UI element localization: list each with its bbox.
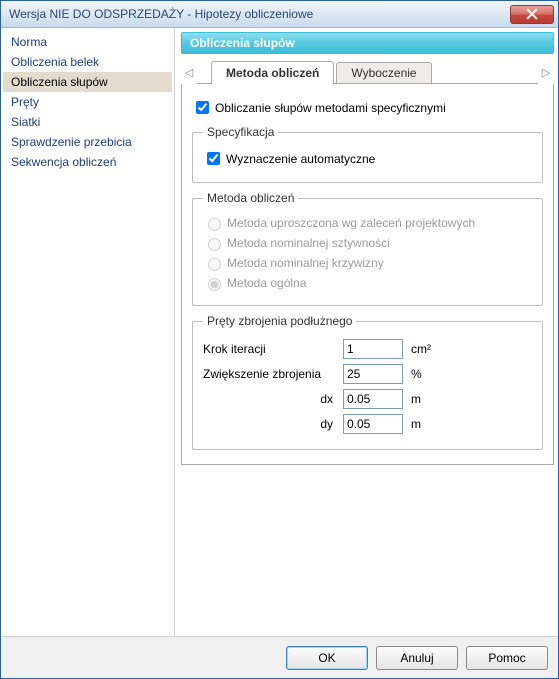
sidebar-item-label: Sekwencja obliczeń [11,155,116,169]
sidebar-item-label: Siatki [11,115,40,129]
checkbox-specific-methods[interactable] [196,101,209,114]
param-unit: % [403,367,433,381]
param-label: Zwiększenie zbrojenia [203,367,343,381]
radio-row-sztywnosc: Metoda nominalnej sztywności [203,235,532,251]
sidebar-item-label: Obliczenia słupów [11,75,108,89]
sidebar-item-prety[interactable]: Pręty [3,92,172,112]
tab-metoda-obliczen[interactable]: Metoda obliczeń [211,61,334,84]
tab-wyboczenie[interactable]: Wyboczenie [336,62,431,83]
sidebar: Norma Obliczenia belek Obliczenia słupów… [1,28,175,636]
tab-scroll-left[interactable]: ◁ [181,66,197,79]
sidebar-item-siatki[interactable]: Siatki [3,112,172,132]
cancel-button[interactable]: Anuluj [376,646,458,670]
param-unit: m [403,392,433,406]
sidebar-item-sprawdzenie-przebicia[interactable]: Sprawdzenie przebicia [3,132,172,152]
tab-label: Metoda obliczeń [226,66,319,80]
sidebar-item-label: Pręty [11,95,39,109]
radio-krzywizna [208,258,221,271]
param-label: dx [203,392,343,406]
radio-label: Metoda nominalnej sztywności [227,236,390,250]
radio-label: Metoda uproszczona wg zaleceń projektowy… [227,216,475,230]
footer: OK Anuluj Pomoc [1,636,558,678]
param-unit: cm² [403,342,433,356]
param-row-zwiekszenie: Zwiększenie zbrojenia % [203,364,532,384]
checkbox-label: Obliczanie słupów metodami specyficznymi [215,101,446,115]
param-unit: m [403,417,433,431]
close-icon [526,8,538,20]
section-title: Obliczenia słupów [190,36,295,50]
fieldset-specyfikacja: Specyfikacja Wyznaczenie automatyczne [192,125,543,183]
help-button[interactable]: Pomoc [466,646,548,670]
input-zwiekszenie[interactable] [343,364,403,384]
tabs-container: Metoda obliczeń Wyboczenie [197,60,538,84]
sidebar-item-sekwencja-obliczen[interactable]: Sekwencja obliczeń [3,152,172,172]
sidebar-item-norma[interactable]: Norma [3,32,172,52]
legend-specyfikacja: Specyfikacja [203,125,278,139]
titlebar: Wersja NIE DO ODSPRZEDAŻY - Hipotezy obl… [1,1,558,28]
radio-sztywnosc [208,238,221,251]
param-row-dx: dx m [203,389,532,409]
fieldset-prety-zbrojenia: Pręty zbrojenia podłużnego Krok iteracji… [192,314,543,450]
titlebar-text: Wersja NIE DO ODSPRZEDAŻY - Hipotezy obl… [9,7,313,21]
param-row-krok-iteracji: Krok iteracji cm² [203,339,532,359]
close-button[interactable] [510,5,554,24]
checkbox-row-auto[interactable]: Wyznaczenie automatyczne [203,149,532,168]
checkbox-label: Wyznaczenie automatyczne [226,152,375,166]
radio-label: Metoda nominalnej krzywizny [227,256,384,270]
sidebar-item-obliczenia-slupow[interactable]: Obliczenia słupów [3,72,172,92]
legend-metoda: Metoda obliczeń [203,191,298,205]
dialog-body: Norma Obliczenia belek Obliczenia słupów… [1,28,558,636]
radio-row-ogolna: Metoda ogólna [203,275,532,291]
content-area: Obliczenia słupów ◁ Metoda obliczeń Wybo… [175,28,558,636]
radio-row-krzywizna: Metoda nominalnej krzywizny [203,255,532,271]
radio-row-uproszczona: Metoda uproszczona wg zaleceń projektowy… [203,215,532,231]
sidebar-item-label: Obliczenia belek [11,55,99,69]
tab-bar: ◁ Metoda obliczeń Wyboczenie ▷ [181,60,554,84]
input-dx[interactable] [343,389,403,409]
param-label: Krok iteracji [203,342,343,356]
tab-panel: Obliczanie słupów metodami specyficznymi… [181,84,554,465]
ok-button[interactable]: OK [286,646,368,670]
radio-uproszczona [208,218,221,231]
input-dy[interactable] [343,414,403,434]
section-header: Obliczenia słupów [181,32,554,54]
checkbox-auto[interactable] [207,152,220,165]
input-krok-iteracji[interactable] [343,339,403,359]
fieldset-metoda-obliczen: Metoda obliczeń Metoda uproszczona wg za… [192,191,543,306]
param-label: dy [203,417,343,431]
radio-label: Metoda ogólna [227,276,306,290]
param-row-dy: dy m [203,414,532,434]
legend-prety: Pręty zbrojenia podłużnego [203,314,356,328]
checkbox-row-specific-methods[interactable]: Obliczanie słupów metodami specyficznymi [192,98,543,117]
dialog-window: Wersja NIE DO ODSPRZEDAŻY - Hipotezy obl… [0,0,559,679]
sidebar-item-label: Norma [11,35,47,49]
sidebar-item-obliczenia-belek[interactable]: Obliczenia belek [3,52,172,72]
sidebar-item-label: Sprawdzenie przebicia [11,135,132,149]
radio-ogolna [208,278,221,291]
tab-label: Wyboczenie [351,66,416,80]
tab-scroll-right[interactable]: ▷ [538,66,554,79]
